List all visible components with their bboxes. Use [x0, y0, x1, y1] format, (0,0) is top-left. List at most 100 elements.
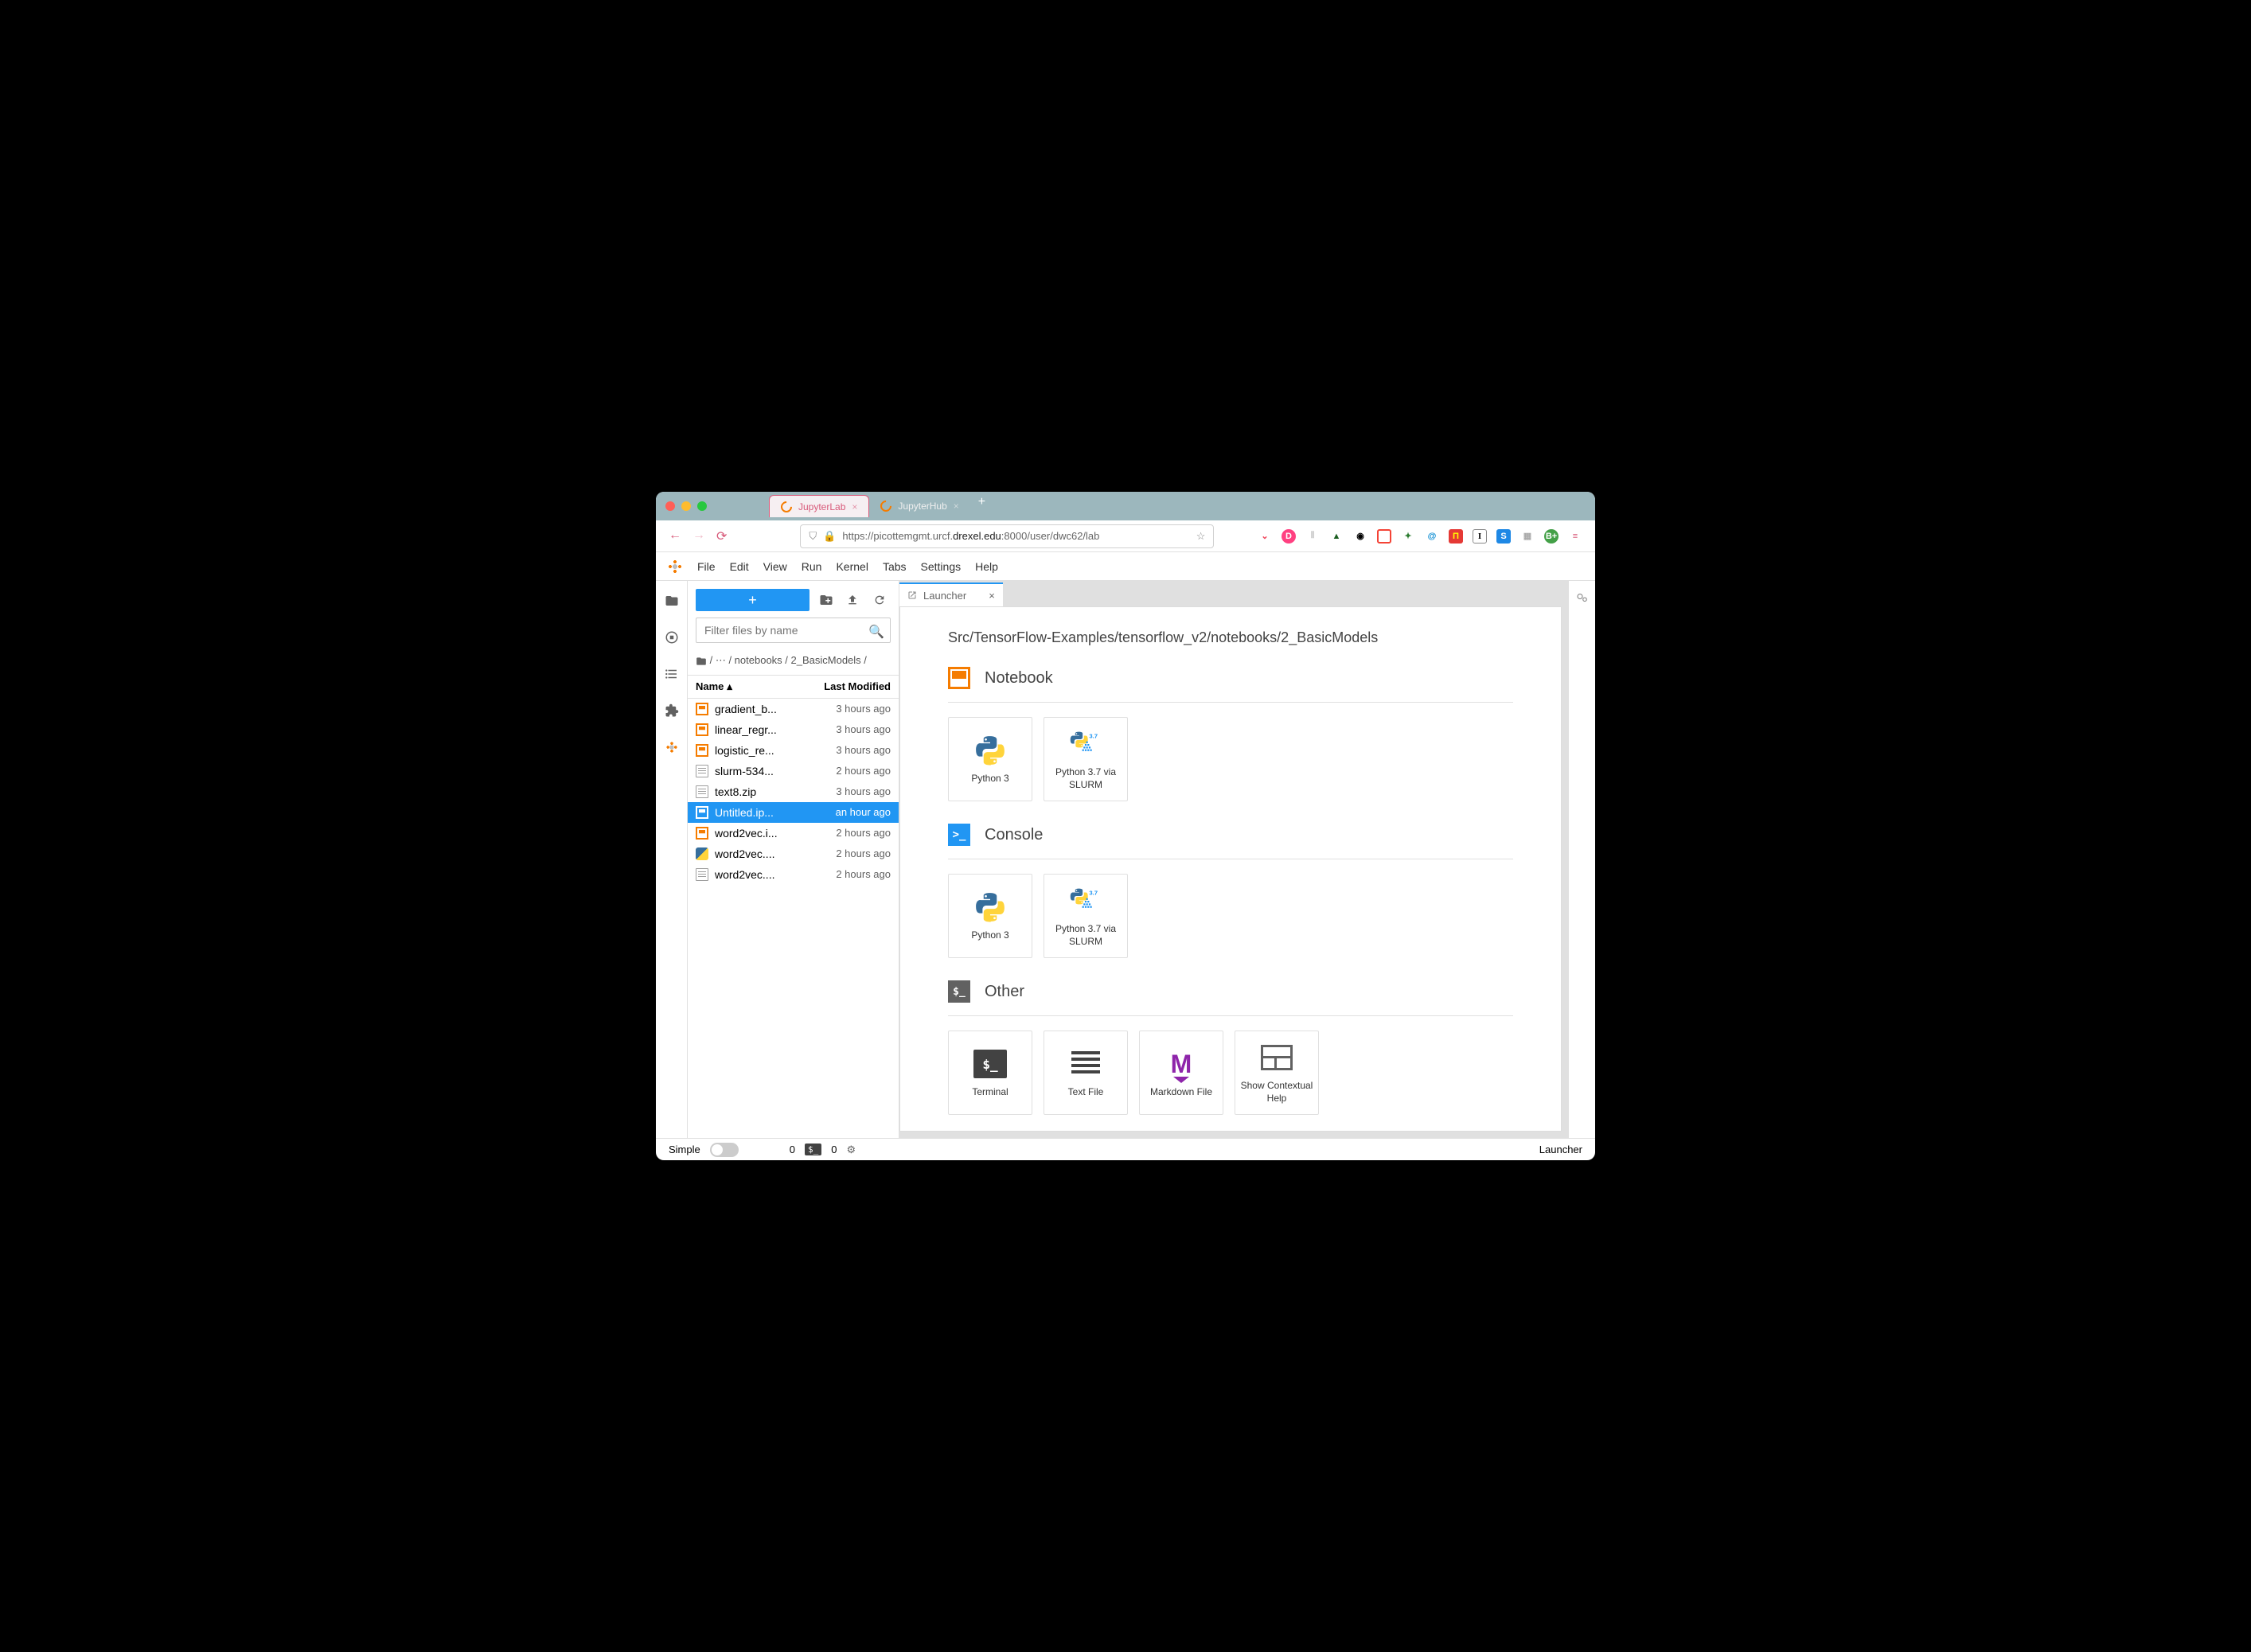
menu-run[interactable]: Run — [802, 560, 822, 573]
menu-file[interactable]: File — [697, 560, 716, 573]
settings-gear-icon[interactable] — [1575, 590, 1590, 1138]
file-row[interactable]: Untitled.ip...an hour ago — [688, 802, 899, 823]
menu-help[interactable]: Help — [975, 560, 998, 573]
app-window: JupyterLab × JupyterHub × + ← → ⟳ ⛉ 🔒 ht… — [656, 492, 1595, 1160]
launcher-card-text[interactable]: Text File — [1044, 1031, 1128, 1115]
console-section-icon: >_ — [948, 824, 970, 846]
filter-files-input[interactable] — [696, 618, 891, 643]
maximize-window-button[interactable] — [697, 501, 707, 511]
python-icon — [973, 890, 1008, 925]
browser-toolbar: ← → ⟳ ⛉ 🔒 https://picottemgmt.urcf.drexe… — [656, 520, 1595, 552]
close-window-button[interactable] — [665, 501, 675, 511]
text-file-icon — [1068, 1046, 1103, 1081]
file-row[interactable]: word2vec.i...2 hours ago — [688, 823, 899, 844]
status-bar: Simple 0 $_ 0 ⚙ Launcher — [656, 1138, 1595, 1160]
notebook-file-icon — [696, 827, 708, 840]
pocket-icon[interactable]: ⌄ — [1258, 529, 1272, 544]
lsp-status-icon[interactable]: ⚙ — [846, 1144, 856, 1156]
notebook-file-icon — [696, 723, 708, 736]
jupyter-menubar: File Edit View Run Kernel Tabs Settings … — [656, 552, 1595, 581]
search-icon: 🔍 — [868, 624, 884, 640]
ext-box-icon[interactable] — [1377, 529, 1391, 544]
card-label: Text File — [1068, 1086, 1104, 1099]
browser-tabs: JupyterLab × JupyterHub × + — [769, 495, 993, 517]
terminal-icon: $_ — [973, 1046, 1008, 1081]
launcher-tab[interactable]: Launcher × — [899, 582, 1003, 606]
file-row[interactable]: linear_regr...3 hours ago — [688, 719, 899, 740]
close-tab-icon[interactable]: × — [852, 501, 857, 512]
launcher-card-markdown[interactable]: MMarkdown File — [1139, 1031, 1223, 1115]
launcher-card-terminal[interactable]: $_Terminal — [948, 1031, 1032, 1115]
refresh-button[interactable] — [873, 594, 891, 606]
notebook-file-icon — [696, 806, 708, 819]
section-title: Console — [985, 826, 1043, 844]
back-button[interactable]: ← — [669, 528, 681, 544]
ext-n-icon[interactable]: Π — [1449, 529, 1463, 544]
document-tabs: Launcher × — [899, 581, 1568, 606]
file-row[interactable]: text8.zip3 hours ago — [688, 781, 899, 802]
sort-by-name[interactable]: Name ▴ — [696, 680, 824, 693]
ext-shield-icon[interactable]: ▲ — [1329, 529, 1344, 544]
minimize-window-button[interactable] — [681, 501, 691, 511]
python-file-icon — [696, 847, 708, 860]
menu-kernel[interactable]: Kernel — [836, 560, 868, 573]
section-title: Other — [985, 983, 1024, 1001]
tab-label: Launcher — [923, 590, 966, 602]
ext-evernote-icon[interactable]: ✦ — [1401, 529, 1415, 544]
launcher-card-python[interactable]: Python 3 — [948, 717, 1032, 801]
ext-s-icon[interactable]: S — [1496, 529, 1511, 544]
terminal-badge-icon[interactable]: $_ — [805, 1144, 821, 1155]
toc-tab[interactable] — [663, 665, 681, 683]
bookmark-star-icon[interactable]: ☆ — [1196, 530, 1206, 543]
notebook-file-icon — [696, 703, 708, 715]
card-label: Show Contextual Help — [1240, 1080, 1313, 1105]
close-tab-icon[interactable]: × — [954, 501, 959, 512]
launcher-card-python37[interactable]: 3.7Python 3.7 via SLURM — [1044, 717, 1128, 801]
forward-button[interactable]: → — [692, 528, 705, 544]
new-launcher-button[interactable]: + — [696, 589, 810, 611]
simple-mode-toggle[interactable] — [710, 1143, 739, 1157]
file-row[interactable]: word2vec....2 hours ago — [688, 844, 899, 864]
hamburger-menu-icon[interactable]: ≡ — [1568, 529, 1582, 544]
running-sessions-tab[interactable] — [663, 629, 681, 646]
ext-grid-icon[interactable]: ▦ — [1520, 529, 1535, 544]
ext-i-icon[interactable]: I — [1473, 529, 1487, 544]
file-row[interactable]: slurm-534...2 hours ago — [688, 761, 899, 781]
launcher-card-ctx[interactable]: Show Contextual Help — [1235, 1031, 1319, 1115]
menu-edit[interactable]: Edit — [730, 560, 749, 573]
ext-at-icon[interactable]: @ — [1425, 529, 1439, 544]
terminal-count: 0 — [831, 1144, 837, 1155]
file-name: Untitled.ip... — [715, 806, 829, 819]
upload-button[interactable] — [846, 594, 864, 606]
ext-gnome-icon[interactable]: ◉ — [1353, 529, 1367, 544]
menu-settings[interactable]: Settings — [921, 560, 962, 573]
file-row[interactable]: gradient_b...3 hours ago — [688, 699, 899, 719]
file-row[interactable]: logistic_re...3 hours ago — [688, 740, 899, 761]
browser-tab-jupyterlab[interactable]: JupyterLab × — [769, 495, 869, 517]
menu-view[interactable]: View — [763, 560, 787, 573]
ext-d-icon[interactable]: D — [1282, 529, 1296, 544]
file-row[interactable]: word2vec....2 hours ago — [688, 864, 899, 885]
ext-bars-icon[interactable]: ⦀ — [1305, 529, 1320, 544]
breadcrumb[interactable]: / ⋯ / notebooks / 2_BasicModels / — [688, 649, 899, 675]
activity-bar — [656, 581, 688, 1138]
launcher-card-python37[interactable]: 3.7Python 3.7 via SLURM — [1044, 874, 1128, 958]
close-tab-button[interactable]: × — [989, 590, 995, 602]
url-bar[interactable]: ⛉ 🔒 https://picottemgmt.urcf.drexel.edu:… — [800, 524, 1214, 548]
new-folder-button[interactable] — [819, 593, 837, 607]
file-name: logistic_re... — [715, 744, 829, 757]
reload-button[interactable]: ⟳ — [716, 528, 727, 544]
url-text: https://picottemgmt.urcf.drexel.edu:8000… — [842, 530, 1099, 542]
hub-tab[interactable] — [663, 738, 681, 756]
new-tab-button[interactable]: + — [970, 495, 993, 517]
browser-tab-label: JupyterHub — [898, 501, 946, 512]
ext-b-icon[interactable]: B+ — [1544, 529, 1559, 544]
sort-by-modified[interactable]: Last Modified — [824, 680, 891, 693]
file-browser-tab[interactable] — [663, 592, 681, 610]
launcher-card-python[interactable]: Python 3 — [948, 874, 1032, 958]
menu-tabs[interactable]: Tabs — [883, 560, 907, 573]
contextual-help-icon — [1259, 1040, 1294, 1075]
notebook-file-icon — [696, 744, 708, 757]
extensions-tab[interactable] — [663, 702, 681, 719]
browser-tab-jupyterhub[interactable]: JupyterHub × — [869, 495, 969, 517]
